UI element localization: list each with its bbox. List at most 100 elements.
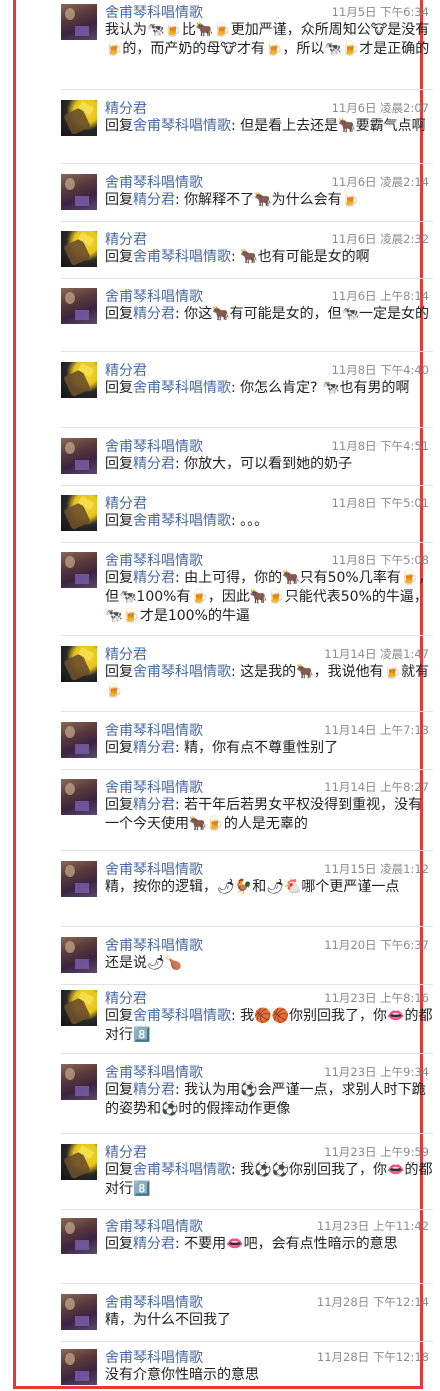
reply-target-link[interactable]: 舍甫琴科唱情歌 [133,118,231,134]
avatar-cartoon-icon[interactable] [61,231,97,267]
comment-author[interactable]: 舍甫琴科唱情歌 [105,1347,203,1367]
comment-item: 舍甫琴科唱情歌 11月28日 下午12:18 没有介意你性暗示的意思 [61,1345,433,1387]
comment-item: 舍甫琴科唱情歌 11月6日 凌晨2:14 回复精分君: 你解释不了🐂为什么会有🍺 [61,170,433,222]
reply-target-link[interactable]: 精分君 [133,797,175,813]
comment-author[interactable]: 舍甫琴科唱情歌 [105,859,203,879]
avatar-cartoon-icon[interactable] [61,100,97,136]
comment-author[interactable]: 舍甫琴科唱情歌 [105,1062,203,1082]
comment-item: 精分君 11月8日 下午4:40 回复舍甫琴科唱情歌: 你怎么肯定? 🐄也有男的… [61,358,433,428]
comment-time: 11月23日 上午9:59 [324,1145,429,1159]
comment-time: 11月5日 下午6:34 [331,5,429,19]
reply-target-link[interactable]: 舍甫琴科唱情歌 [133,513,231,529]
comment-item: 精分君 11月6日 凌晨2:07 回复舍甫琴科唱情歌: 但是看上去还是🐂要霸气点… [61,96,433,164]
reply-target-link[interactable]: 精分君 [133,192,175,208]
comment-time: 11月8日 下午4:40 [331,363,429,377]
avatar-cartoon-icon[interactable] [61,1144,97,1180]
comment-item: 舍甫琴科唱情歌 11月28日 下午12:14 精，为什么不回我了 [61,1290,433,1342]
comment-content: : 精，你有点不尊重性别了 [175,740,339,756]
avatar-photo-icon[interactable] [61,1218,97,1254]
comment-thread-frame: 舍甫琴科唱情歌 11月5日 下午6:34 我认为🐄🍺比🐂🍺更加严谨，众所周知公🐮… [13,0,433,1389]
reply-prefix: 回复 [105,1082,133,1098]
comment-author[interactable]: 舍甫琴科唱情歌 [105,2,203,22]
reply-target-link[interactable]: 精分君 [133,1236,175,1252]
reply-target-link[interactable]: 精分君 [133,570,175,586]
reply-prefix: 回复 [105,1236,133,1252]
comment-content: : 🐂也有可能是女的啊 [231,249,370,265]
comment-item: 精分君 11月6日 凌晨2:32 回复舍甫琴科唱情歌: 🐂也有可能是女的啊 [61,227,433,279]
avatar-photo-icon[interactable] [61,288,97,324]
comment-time: 11月28日 下午12:14 [316,1295,429,1309]
avatar-photo-icon[interactable] [61,722,97,758]
reply-prefix: 回复 [105,1162,133,1178]
comment-content: : 你放大，可以看到她的奶子 [175,456,353,472]
comment-time: 11月6日 上午8:14 [331,289,429,303]
comment-time: 11月28日 下午12:18 [316,1350,429,1364]
comment-content: 还是说🌶🍗 [105,955,183,971]
reply-target-link[interactable]: 舍甫琴科唱情歌 [133,380,231,396]
comment-author[interactable]: 精分君 [105,360,147,380]
comment-text: 回复舍甫琴科唱情歌: 🐂也有可能是女的啊 [105,248,435,267]
avatar-photo-icon[interactable] [61,937,97,973]
avatar-photo-icon[interactable] [61,552,97,588]
reply-target-link[interactable]: 舍甫琴科唱情歌 [133,249,231,265]
reply-target-link[interactable]: 精分君 [133,740,175,756]
comment-time: 11月23日 上午11:42 [316,1219,429,1233]
comment-author[interactable]: 精分君 [105,98,147,118]
reply-prefix: 回复 [105,570,133,586]
comment-author[interactable]: 舍甫琴科唱情歌 [105,286,203,306]
comment-time: 11月20日 下午6:37 [324,938,429,952]
comment-author[interactable]: 舍甫琴科唱情歌 [105,1216,203,1236]
comment-content: 精，为什么不回我了 [105,1312,231,1328]
comment-item: 舍甫琴科唱情歌 11月14日 上午8:27 回复精分君: 若干年后若男女平权没得… [61,775,433,851]
comment-author[interactable]: 精分君 [105,644,147,664]
comment-content: 我认为🐄🍺比🐂🍺更加严谨，众所周知公🐮是没有🍺的，而产奶的母🐮才有🍺，所以🐄🍺才… [105,22,430,57]
avatar-cartoon-icon[interactable] [61,990,97,1026]
comment-item: 精分君 11月23日 上午8:16 回复舍甫琴科唱情歌: 我🏀🏀你别回我了，你👄… [61,986,433,1054]
comment-text: 我认为🐄🍺比🐂🍺更加严谨，众所周知公🐮是没有🍺的，而产奶的母🐮才有🍺，所以🐄🍺才… [105,21,435,59]
comment-item: 舍甫琴科唱情歌 11月8日 下午4:51 回复精分君: 你放大，可以看到她的奶子 [61,434,433,486]
avatar-photo-icon[interactable] [61,4,97,40]
avatar-photo-icon[interactable] [61,1294,97,1330]
avatar-photo-icon[interactable] [61,174,97,210]
avatar-photo-icon[interactable] [61,779,97,815]
comment-text: 精，为什么不回我了 [105,1311,435,1330]
reply-target-link[interactable]: 舍甫琴科唱情歌 [133,1162,231,1178]
comment-author[interactable]: 精分君 [105,988,147,1008]
comment-text: 回复精分君: 你解释不了🐂为什么会有🍺 [105,191,435,210]
comment-item: 精分君 11月8日 下午5:01 回复舍甫琴科唱情歌: 。。。 [61,491,433,543]
reply-prefix: 回复 [105,740,133,756]
comment-author[interactable]: 舍甫琴科唱情歌 [105,720,203,740]
comment-author[interactable]: 舍甫琴科唱情歌 [105,436,203,456]
comment-author[interactable]: 舍甫琴科唱情歌 [105,777,203,797]
comment-content: 精，按你的逻辑，🌶🐓和🌶🐔哪个更严谨一点 [105,879,400,895]
avatar-cartoon-icon[interactable] [61,362,97,398]
comment-author[interactable]: 精分君 [105,1142,147,1162]
comment-author[interactable]: 舍甫琴科唱情歌 [105,172,203,192]
comment-time: 11月6日 凌晨2:07 [331,101,429,115]
comment-text: 回复舍甫琴科唱情歌: 我🏀🏀你别回我了，你👄的都对行8️⃣ [105,1007,435,1045]
avatar-photo-icon[interactable] [61,438,97,474]
comment-content: : 你这🐂有可能是女的，但🐄一定是女的 [175,306,430,322]
comment-author[interactable]: 精分君 [105,493,147,513]
reply-target-link[interactable]: 舍甫琴科唱情歌 [133,664,231,680]
comment-item: 舍甫琴科唱情歌 11月23日 上午11:42 回复精分君: 不要用👄吧，会有点性… [61,1214,433,1284]
comment-item: 舍甫琴科唱情歌 11月20日 下午6:37 还是说🌶🍗 [61,933,433,985]
reply-target-link[interactable]: 舍甫琴科唱情歌 [133,1008,231,1024]
avatar-photo-icon[interactable] [61,1064,97,1100]
avatar-cartoon-icon[interactable] [61,646,97,682]
comment-time: 11月23日 上午8:16 [324,991,429,1005]
avatar-cartoon-icon[interactable] [61,495,97,531]
comment-time: 11月8日 下午4:51 [331,439,429,453]
comment-content: : 你解释不了🐂为什么会有🍺 [175,192,360,208]
comment-author[interactable]: 舍甫琴科唱情歌 [105,550,203,570]
reply-target-link[interactable]: 精分君 [133,456,175,472]
avatar-photo-icon[interactable] [61,1349,97,1385]
comment-item: 舍甫琴科唱情歌 11月23日 上午9:34 回复精分君: 我认为用⚽会严谨一点，… [61,1060,433,1134]
comment-author[interactable]: 舍甫琴科唱情歌 [105,935,203,955]
comment-author[interactable]: 舍甫琴科唱情歌 [105,1292,203,1312]
reply-target-link[interactable]: 精分君 [133,1082,175,1098]
comment-author[interactable]: 精分君 [105,229,147,249]
avatar-photo-icon[interactable] [61,861,97,897]
reply-target-link[interactable]: 精分君 [133,306,175,322]
comment-item: 舍甫琴科唱情歌 11月6日 上午8:14 回复精分君: 你这🐂有可能是女的，但🐄… [61,284,433,352]
